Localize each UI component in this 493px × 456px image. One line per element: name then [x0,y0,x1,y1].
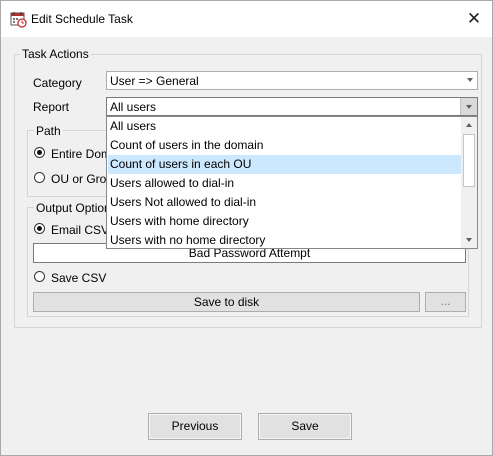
window-title: Edit Schedule Task [31,12,133,26]
report-option[interactable]: Users allowed to dial-in [108,174,463,193]
entire-domain-radio[interactable] [34,147,45,158]
path-title: Path [34,124,63,138]
email-csv-label[interactable]: Email CSV [51,223,109,237]
save-csv-radio[interactable] [34,271,45,282]
previous-button[interactable]: Previous [148,413,242,440]
dropdown-scrollbar[interactable] [461,117,477,248]
report-select[interactable]: All users [106,97,478,116]
category-select[interactable]: User => General [106,71,478,90]
previous-label: Previous [171,419,219,433]
category-label: Category [33,76,82,90]
save-csv-label[interactable]: Save CSV [51,271,106,285]
report-dropdown-list: All users Count of users in the domain C… [106,116,478,249]
close-button[interactable]: ✕ [464,9,484,29]
report-option[interactable]: All users [108,117,463,136]
save-button[interactable]: Save [258,413,352,440]
ou-or-group-label[interactable]: OU or Grou [51,172,113,186]
save-label: Save [291,419,319,433]
report-option[interactable]: Count of users in the domain [108,136,463,155]
chevron-down-icon [466,105,472,109]
category-value: User => General [110,74,199,88]
report-value: All users [110,100,157,114]
title-bar: Edit Schedule Task ✕ [1,1,492,37]
ou-or-group-radio[interactable] [34,172,45,183]
report-option[interactable]: Users with home directory [108,212,463,231]
save-to-disk-label: Save to disk [193,295,260,309]
report-label: Report [33,100,70,114]
scroll-up-icon[interactable] [461,117,477,133]
report-option[interactable]: Users Not allowed to dial-in [108,193,463,212]
report-option-highlighted[interactable]: Count of users in each OU [108,155,463,174]
email-csv-radio[interactable] [34,223,45,234]
task-actions-title: Task Actions [20,47,91,61]
report-option[interactable]: Users with no home directory [108,231,463,248]
report-dropdown-button[interactable] [460,98,477,115]
output-options-title: Output Option [34,201,113,215]
close-icon: ✕ [466,9,482,28]
browse-button[interactable]: ... [425,292,466,312]
calendar-clock-icon [10,12,27,28]
chevron-down-icon [467,78,473,82]
save-to-disk-button[interactable]: Save to disk [33,292,420,312]
scroll-thumb[interactable] [463,134,475,187]
edit-schedule-task-dialog: Edit Schedule Task ✕ Task Actions Catego… [0,0,493,456]
scroll-down-icon[interactable] [461,232,477,248]
browse-label: ... [440,294,451,308]
